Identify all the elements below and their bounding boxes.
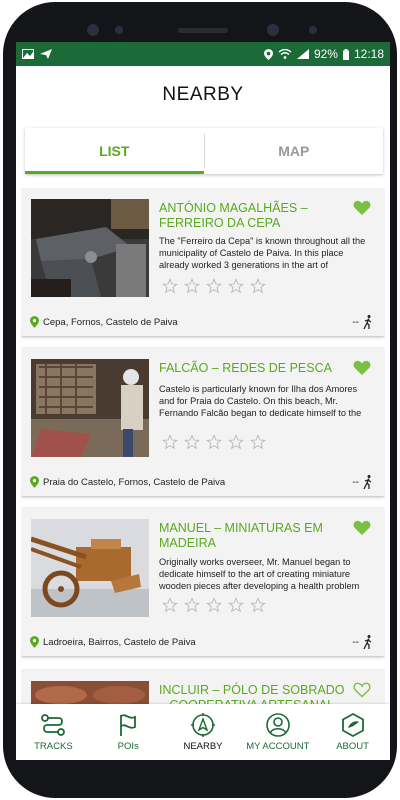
nav-label: ABOUT (336, 741, 369, 752)
map-pin-icon (30, 476, 39, 488)
tab-map[interactable]: MAP (205, 128, 384, 174)
hexagon-icon (341, 712, 364, 738)
nav-tracks[interactable]: TRACKS (16, 704, 91, 760)
nav-label: MY ACCOUNT (246, 741, 310, 752)
poi-card[interactable]: FALCÃO – REDES DE PESCA Castelo is parti… (21, 348, 385, 496)
star-icon[interactable] (206, 278, 222, 294)
poi-thumbnail-wooden-miniature (31, 519, 149, 617)
status-bar: 92% 12:18 (16, 42, 390, 66)
nav-label: NEARBY (183, 741, 223, 752)
star-icon[interactable] (250, 278, 266, 294)
favorite-heart-outline-icon[interactable] (353, 682, 371, 698)
send-icon (40, 49, 52, 59)
star-icon[interactable] (162, 597, 178, 613)
star-icon[interactable] (228, 597, 244, 613)
map-pin-icon (30, 316, 39, 328)
compass-icon (190, 713, 215, 737)
sensor-icon (309, 26, 317, 34)
poi-distance: -- (352, 315, 373, 329)
star-icon[interactable] (206, 597, 222, 613)
gallery-icon (22, 49, 34, 59)
battery-icon (342, 48, 349, 60)
star-icon[interactable] (250, 597, 266, 613)
poi-card[interactable]: INCLUIR – PÓLO DE SOBRADO – COOPERATIVA … (21, 670, 385, 708)
screen: 92% 12:18 NEARBY LIST MAP ANTÓNIO MAGALH… (16, 42, 390, 760)
front-camera-icon (267, 24, 279, 36)
star-icon[interactable] (250, 434, 266, 450)
star-icon[interactable] (228, 434, 244, 450)
star-icon[interactable] (184, 278, 200, 294)
poi-location: Ladroeira, Bairros, Castelo de Paiva (30, 636, 196, 648)
poi-distance-value: -- (352, 476, 359, 488)
poi-card[interactable]: ANTÓNIO MAGALHÃES – FERREIRO DA CEPA The… (21, 188, 385, 336)
user-icon (265, 713, 290, 737)
star-icon[interactable] (228, 278, 244, 294)
map-pin-icon (30, 636, 39, 648)
star-rating[interactable] (162, 434, 266, 450)
poi-thumbnail-fishing-nets (31, 359, 149, 457)
nav-label: TRACKS (34, 741, 73, 752)
star-icon[interactable] (184, 597, 200, 613)
nav-pois[interactable]: POIs (91, 704, 166, 760)
star-rating[interactable] (162, 597, 266, 613)
star-icon[interactable] (162, 434, 178, 450)
tab-list[interactable]: LIST (25, 128, 204, 174)
poi-location-text: Ladroeira, Bairros, Castelo de Paiva (43, 636, 196, 648)
star-icon[interactable] (162, 278, 178, 294)
bottom-navigation: TRACKS POIs NEARBY MY ACCOUNT ABOUT (16, 704, 390, 760)
favorite-heart-icon[interactable] (353, 360, 371, 376)
battery-percent: 92% (313, 47, 338, 61)
clock: 12:18 (353, 47, 384, 61)
wifi-icon (278, 49, 292, 59)
phone-frame: 92% 12:18 NEARBY LIST MAP ANTÓNIO MAGALH… (3, 2, 397, 798)
poi-distance-value: -- (352, 316, 359, 328)
nav-label: POIs (117, 741, 139, 752)
sensor-icon (115, 26, 123, 34)
location-icon (263, 48, 273, 60)
nav-about[interactable]: ABOUT (315, 704, 390, 760)
nav-nearby[interactable]: NEARBY (166, 704, 241, 760)
star-icon[interactable] (206, 434, 222, 450)
star-rating[interactable] (162, 278, 266, 294)
walking-icon (363, 315, 372, 329)
walking-icon (363, 475, 372, 489)
poi-distance-value: -- (352, 636, 359, 648)
poi-location-text: Praia do Castelo, Fornos, Castelo de Pai… (43, 476, 226, 488)
flag-icon (120, 714, 137, 736)
poi-thumbnail-blacksmith (31, 199, 149, 297)
route-icon (41, 714, 66, 736)
poi-title: FALCÃO – REDES DE PESCA (159, 361, 332, 375)
poi-location-text: Cepa, Fornos, Castelo de Paiva (43, 316, 178, 328)
poi-location: Praia do Castelo, Fornos, Castelo de Pai… (30, 476, 225, 488)
poi-title: ANTÓNIO MAGALHÃES – FERREIRO DA CEPA (159, 201, 308, 230)
speaker-grille (178, 28, 228, 33)
front-camera-icon (87, 24, 99, 36)
poi-description: The "Ferreiro da Cepa" is known througho… (159, 236, 366, 270)
star-icon[interactable] (184, 434, 200, 450)
view-tabs: LIST MAP (25, 128, 383, 174)
poi-title: MANUEL – MINIATURAS EM MADEIRA (159, 521, 323, 550)
poi-description: Originally works overseer, Mr. Manuel be… (159, 557, 360, 591)
poi-description: Castelo is particularly known for Ilha d… (159, 384, 362, 418)
walking-icon (363, 635, 372, 649)
poi-distance: -- (352, 635, 373, 649)
poi-list[interactable]: ANTÓNIO MAGALHÃES – FERREIRO DA CEPA The… (21, 188, 385, 708)
nav-my-account[interactable]: MY ACCOUNT (240, 704, 315, 760)
favorite-heart-icon[interactable] (353, 520, 371, 536)
poi-distance: -- (352, 475, 373, 489)
poi-location: Cepa, Fornos, Castelo de Paiva (30, 316, 178, 328)
poi-card[interactable]: MANUEL – MINIATURAS EM MADEIRA Originall… (21, 508, 385, 656)
favorite-heart-icon[interactable] (353, 200, 371, 216)
page-title: NEARBY (162, 84, 244, 105)
signal-icon (296, 49, 309, 59)
